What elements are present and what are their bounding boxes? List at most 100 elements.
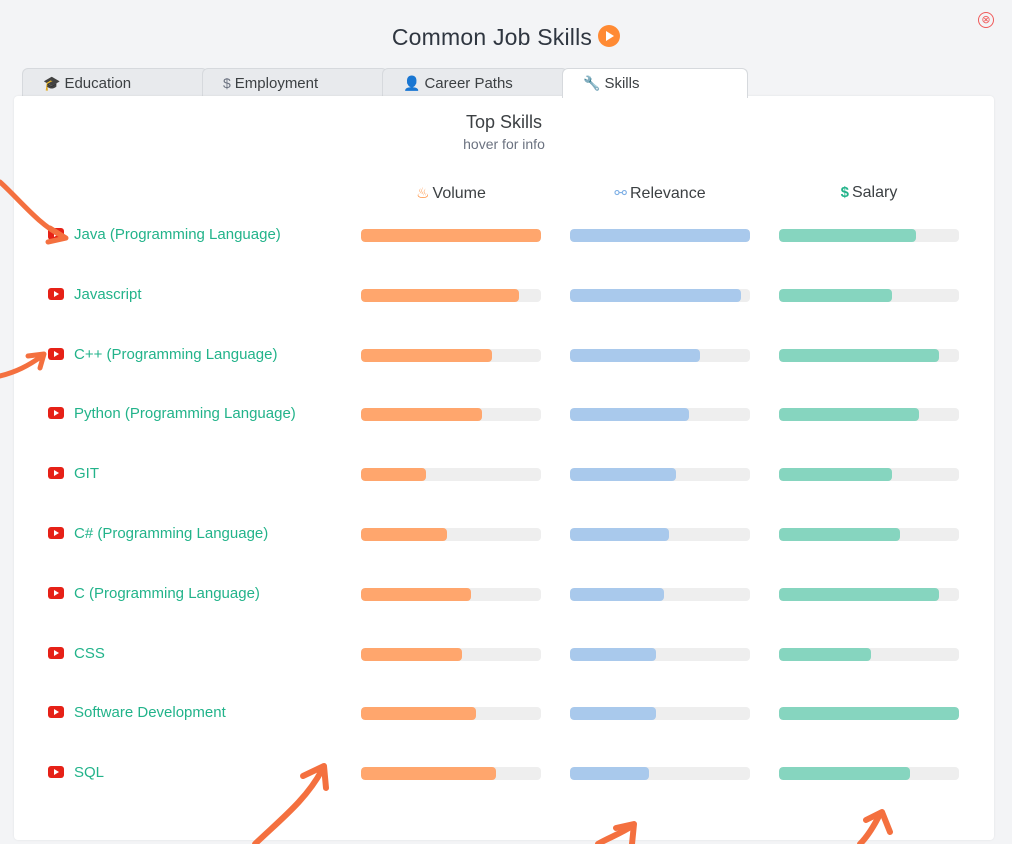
salary-bar[interactable] (779, 408, 959, 422)
relevance-bar-fill (570, 528, 669, 541)
skill-name: C++ (Programming Language) (74, 345, 278, 363)
skill-link[interactable]: CSS (48, 642, 105, 666)
skill-name: Software Development (74, 704, 226, 722)
relevance-bar[interactable] (570, 707, 750, 721)
tab-education[interactable]: 🎓 Education (22, 68, 208, 96)
salary-bar[interactable] (779, 767, 959, 781)
salary-bar[interactable] (779, 348, 959, 362)
volume-bar-fill (361, 587, 471, 601)
salary-bar[interactable] (779, 707, 959, 721)
skill-link[interactable]: Javascript (48, 283, 142, 307)
salary-bar-fill (779, 229, 916, 242)
youtube-icon[interactable] (48, 407, 64, 420)
column-label: Relevance (629, 185, 706, 202)
tab-label: Employment (234, 75, 319, 92)
skill-link[interactable]: Python (Programming Language) (48, 402, 296, 426)
youtube-icon[interactable] (48, 287, 64, 300)
relevance-bar[interactable] (570, 767, 750, 781)
skill-link[interactable]: C++ (Programming Language) (48, 343, 277, 367)
volume-bar[interactable] (361, 229, 541, 242)
volume-bar[interactable] (361, 468, 541, 482)
tab-employment[interactable]: $ Employment (202, 68, 388, 96)
salary-bar[interactable] (779, 587, 959, 601)
volume-bar[interactable] (361, 707, 541, 721)
relevance-bar[interactable] (570, 647, 750, 661)
relevance-bar[interactable] (570, 468, 750, 482)
column-header-salary: $ Salary (779, 184, 959, 202)
volume-bar-fill (361, 348, 493, 362)
tab-career-paths[interactable]: 👤 Career Paths (382, 68, 568, 96)
skill-link[interactable]: GIT (48, 462, 99, 486)
volume-bar[interactable] (361, 408, 541, 422)
volume-bar[interactable] (361, 647, 541, 661)
volume-bar-fill (361, 528, 448, 541)
youtube-icon[interactable] (48, 347, 64, 360)
salary-bar[interactable] (779, 229, 959, 242)
skill-name: Java (Programming Language) (74, 226, 281, 243)
skill-link[interactable]: Software Development (48, 701, 226, 725)
dollar-icon: $ (223, 75, 231, 91)
person-icon: 👤 (403, 75, 421, 91)
salary-bar-fill (779, 767, 911, 781)
relevance-bar[interactable] (570, 587, 750, 601)
relevance-bar-fill (570, 408, 689, 422)
dollar-icon: $ (840, 184, 849, 201)
youtube-icon[interactable] (48, 706, 64, 719)
skill-link[interactable]: Java (Programming Language) (48, 223, 281, 247)
volume-bar[interactable] (361, 767, 541, 781)
salary-bar-fill (779, 348, 940, 362)
relevance-bar[interactable] (570, 528, 750, 541)
salary-bar-fill (779, 468, 893, 482)
relevance-bar-fill (570, 707, 657, 721)
skill-name: CSS (74, 644, 105, 662)
panel-subtitle: hover for info (463, 136, 545, 152)
panel-title: Top Skills (465, 112, 543, 132)
relevance-bar[interactable] (570, 288, 750, 302)
skill-name: SQL (74, 764, 105, 782)
skill-row: GIT (14, 462, 994, 486)
volume-bar[interactable] (361, 587, 541, 601)
column-header-volume: ♨ Volume (361, 184, 541, 203)
skill-row: C (Programming Language) (14, 582, 994, 606)
skill-row: CSS (14, 642, 994, 666)
salary-bar-fill (779, 587, 940, 601)
flame-icon: ♨ (416, 185, 430, 202)
graduation-cap-icon: 🎓 (43, 75, 61, 91)
salary-bar[interactable] (779, 647, 959, 661)
relevance-bar[interactable] (570, 408, 750, 422)
relevance-bar[interactable] (570, 229, 750, 242)
volume-bar-fill (361, 229, 541, 242)
salary-bar-fill (779, 408, 920, 422)
youtube-icon[interactable] (48, 766, 64, 779)
relevance-bar[interactable] (570, 348, 750, 362)
salary-bar[interactable] (779, 528, 959, 541)
relevance-bar-fill (570, 468, 677, 482)
relevance-bar-fill (570, 229, 750, 242)
tab-skills[interactable]: 🔧 Skills (562, 68, 748, 98)
column-label: Volume (432, 185, 486, 202)
youtube-icon[interactable] (48, 646, 64, 659)
relevance-bar-fill (570, 587, 664, 601)
relevance-bar-fill (570, 767, 650, 781)
volume-bar-fill (361, 288, 520, 302)
skill-link[interactable]: SQL (48, 761, 104, 785)
youtube-icon[interactable] (48, 228, 64, 240)
youtube-icon[interactable] (48, 586, 64, 599)
volume-bar[interactable] (361, 348, 541, 362)
youtube-icon[interactable] (48, 467, 64, 480)
salary-bar-fill (779, 288, 893, 302)
skill-link[interactable]: C# (Programming Language) (48, 522, 268, 546)
close-icon[interactable]: ⊗ (978, 12, 994, 28)
column-label: Salary (851, 184, 898, 201)
play-icon[interactable] (598, 25, 621, 47)
salary-bar[interactable] (779, 468, 959, 482)
volume-bar[interactable] (361, 288, 541, 302)
salary-bar[interactable] (779, 288, 959, 302)
youtube-icon[interactable] (48, 527, 64, 539)
volume-bar-fill (361, 647, 462, 661)
skill-row: C++ (Programming Language) (14, 343, 994, 367)
skill-link[interactable]: C (Programming Language) (48, 582, 260, 606)
skill-name: Javascript (74, 285, 142, 303)
volume-bar[interactable] (361, 528, 541, 541)
volume-bar-fill (361, 468, 426, 482)
